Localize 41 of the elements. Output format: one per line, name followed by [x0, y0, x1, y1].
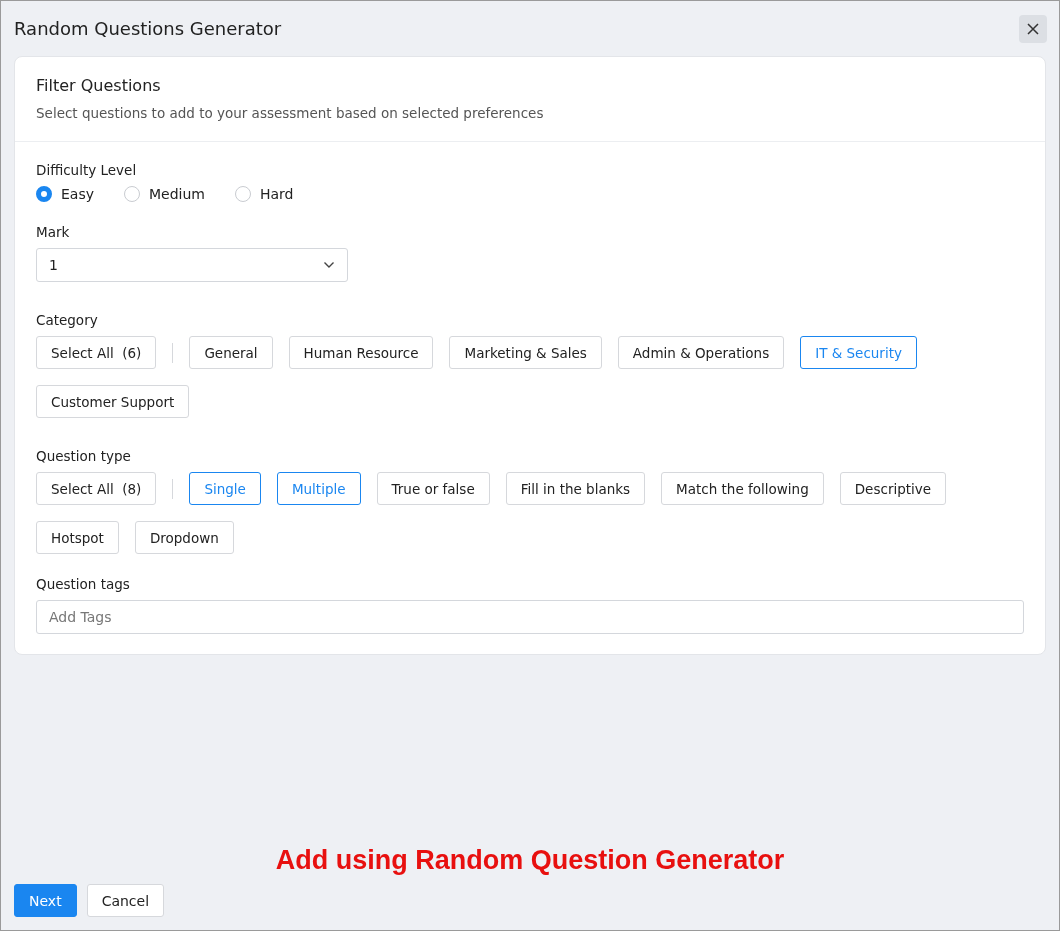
tags-input-field[interactable]: Add Tags	[36, 600, 1024, 634]
field-label: Question type	[36, 448, 132, 464]
filter-chip[interactable]: Multiple	[276, 472, 361, 505]
field-label: Question tags	[36, 576, 131, 592]
filter-chip[interactable]: Single	[189, 472, 261, 505]
radio-option[interactable]: Medium	[124, 186, 205, 202]
filter-chip[interactable]: General	[189, 336, 273, 369]
card-subtitle: Select questions to add to your assessment based on selected preferences	[36, 105, 545, 121]
close-button[interactable]	[1019, 14, 1047, 43]
filter-chip[interactable]: Admin & Operations	[617, 336, 785, 369]
annotation-text: Add using Random Question Generator	[274, 845, 786, 876]
next-button[interactable]: Next	[14, 884, 77, 917]
filter-chip[interactable]: Human Resource	[288, 336, 434, 369]
radio-label: Medium	[149, 186, 205, 202]
filter-chip[interactable]: IT & Security	[800, 336, 917, 369]
radio-option[interactable]: Hard	[235, 186, 294, 202]
filter-chip[interactable]: Customer Support	[36, 385, 190, 418]
field-label: Category	[36, 312, 99, 328]
radio-button[interactable]	[36, 186, 52, 202]
filter-chip[interactable]: Match the following	[661, 472, 824, 505]
radio-button[interactable]	[124, 186, 140, 202]
radio-button[interactable]	[235, 186, 251, 202]
cancel-button[interactable]: Cancel	[86, 884, 165, 917]
filter-chip[interactable]: Descriptive	[839, 472, 947, 505]
radio-label: Easy	[61, 186, 94, 202]
field-label: Mark	[36, 224, 71, 240]
select-all-button[interactable]: Select All (6)	[36, 336, 157, 369]
filter-chip[interactable]: Hotspot	[36, 521, 119, 554]
filter-chip[interactable]: Dropdown	[134, 521, 234, 554]
mark-dropdown[interactable]: 1	[36, 248, 348, 282]
card-title: Filter Questions	[36, 76, 162, 95]
field-label: Difficulty Level	[36, 162, 138, 178]
chevron-down-icon	[323, 261, 335, 269]
window-title: Random Questions Generator	[14, 18, 282, 39]
close-icon	[1027, 22, 1039, 35]
select-all-button[interactable]: Select All (8)	[36, 472, 157, 505]
radio-label: Hard	[260, 186, 294, 202]
radio-option[interactable]: Easy	[36, 186, 94, 202]
filter-chip[interactable]: Fill in the blanks	[505, 472, 646, 505]
filter-chip[interactable]: True or false	[376, 472, 490, 505]
filter-chip[interactable]: Marketing & Sales	[449, 336, 602, 369]
